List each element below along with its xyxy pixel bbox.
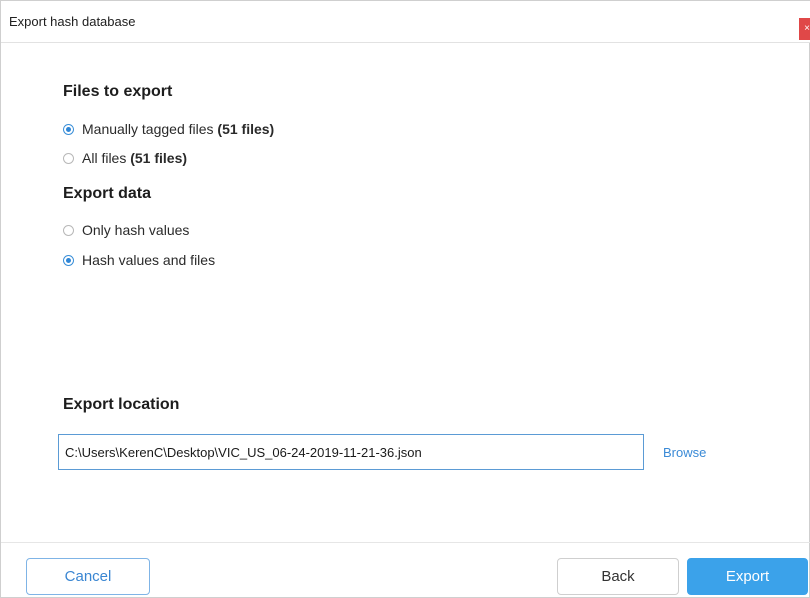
radio-label: All files (51 files)	[82, 150, 188, 166]
radio-unselected-icon[interactable]	[63, 152, 74, 164]
radio-selected-icon[interactable]	[63, 254, 74, 266]
export-location-heading: Export location	[63, 396, 180, 413]
files-to-export-heading: Files to export	[63, 83, 173, 100]
title-bar: Export hash database ×	[1, 1, 810, 43]
back-button[interactable]: Back	[557, 558, 679, 595]
radio-only-hash-values[interactable]: Only hash values	[63, 221, 189, 239]
radio-label: Only hash values	[82, 222, 190, 238]
radio-all-files[interactable]: All files (51 files)	[63, 149, 187, 167]
close-icon[interactable]: ×	[799, 18, 810, 40]
export-path-input[interactable]	[58, 434, 644, 470]
browse-link[interactable]: Browse	[663, 445, 706, 460]
dialog-title: Export hash database	[9, 14, 136, 29]
cancel-button[interactable]: Cancel	[26, 558, 150, 595]
radio-hash-values-and-files[interactable]: Hash values and files	[63, 251, 215, 269]
radio-selected-icon[interactable]	[63, 123, 74, 135]
export-data-heading: Export data	[63, 185, 152, 202]
export-dialog: Export hash database × Files to export M…	[0, 0, 810, 598]
radio-label: Hash values and files	[82, 252, 216, 268]
export-button[interactable]: Export	[687, 558, 808, 595]
radio-unselected-icon[interactable]	[63, 224, 74, 236]
radio-label: Manually tagged files (51 files)	[82, 121, 275, 137]
footer-divider	[1, 542, 810, 543]
radio-manually-tagged-files[interactable]: Manually tagged files (51 files)	[63, 120, 274, 138]
